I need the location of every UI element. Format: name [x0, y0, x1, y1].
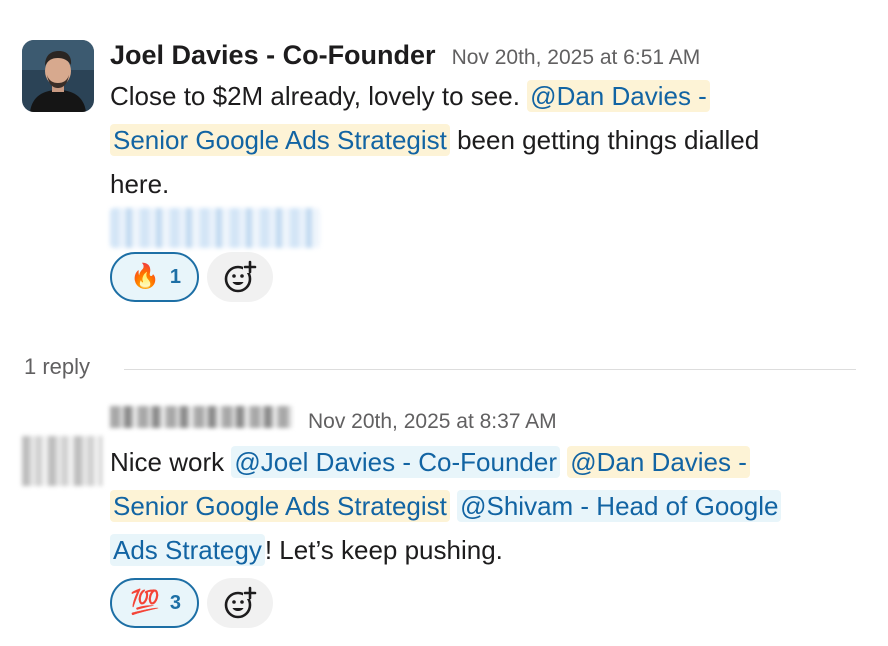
mention-shivam[interactable]: @Shivam - Head of Google	[457, 490, 782, 522]
hundred-emoji-icon: 💯	[130, 589, 160, 616]
emoji-add-icon	[224, 260, 258, 293]
message-content: Joel Davies - Co-Founder Nov 20th, 2025 …	[110, 40, 860, 302]
message-text: ! Let’s keep pushing.	[264, 535, 503, 565]
timestamp[interactable]: Nov 20th, 2025 at 8:37 AM	[308, 410, 557, 434]
reactions-bar: 🔥 1	[110, 252, 860, 302]
message-text: here.	[110, 169, 170, 199]
message-content: Nov 20th, 2025 at 8:37 AM Nice work @Joe…	[110, 406, 860, 628]
mention-joel-davies[interactable]: @Joel Davies - Co-Founder	[231, 446, 560, 478]
add-reaction-button[interactable]	[207, 252, 274, 302]
message-text: Nice work	[110, 447, 232, 477]
emoji-add-icon	[224, 586, 258, 619]
timestamp[interactable]: Nov 20th, 2025 at 6:51 AM	[452, 46, 701, 70]
avatar[interactable]	[22, 416, 102, 486]
message-text: been getting things dialled	[449, 125, 760, 155]
avatar-photo	[22, 40, 94, 112]
reaction-hundred[interactable]: 💯 3	[110, 578, 200, 628]
thread-divider: 1 reply	[0, 352, 888, 388]
mention-dan-davies[interactable]: @Dan Davies -	[527, 80, 710, 112]
add-reaction-button[interactable]	[207, 578, 274, 628]
mention-dan-davies-cont[interactable]: Senior Google Ads Strategist	[110, 124, 450, 156]
message-header: Joel Davies - Co-Founder Nov 20th, 2025 …	[110, 40, 860, 74]
reply-count[interactable]: 1 reply	[24, 354, 90, 380]
mention-dan-davies-cont[interactable]: Senior Google Ads Strategist	[110, 490, 450, 522]
message-body: Close to $2M already, lovely to see. @Da…	[110, 74, 860, 206]
message-body: Nice work @Joel Davies - Co-Founder @Dan…	[110, 440, 860, 572]
divider-line	[124, 369, 856, 370]
message-header: Nov 20th, 2025 at 8:37 AM	[110, 406, 860, 440]
message-text: Close to $2M already, lovely to see.	[110, 81, 528, 111]
mention-shivam-cont[interactable]: Ads Strategy	[110, 534, 265, 566]
fire-emoji-icon: 🔥	[130, 263, 160, 290]
avatar[interactable]	[22, 40, 94, 112]
reactions-bar: 💯 3	[110, 578, 860, 628]
redacted-author-name[interactable]	[110, 406, 292, 428]
redacted-link[interactable]	[110, 208, 320, 248]
author-name[interactable]: Joel Davies - Co-Founder	[110, 40, 436, 71]
reaction-count: 3	[169, 591, 182, 614]
reaction-fire[interactable]: 🔥 1	[110, 252, 200, 302]
mention-dan-davies[interactable]: @Dan Davies -	[567, 446, 750, 478]
reaction-count: 1	[169, 265, 182, 288]
